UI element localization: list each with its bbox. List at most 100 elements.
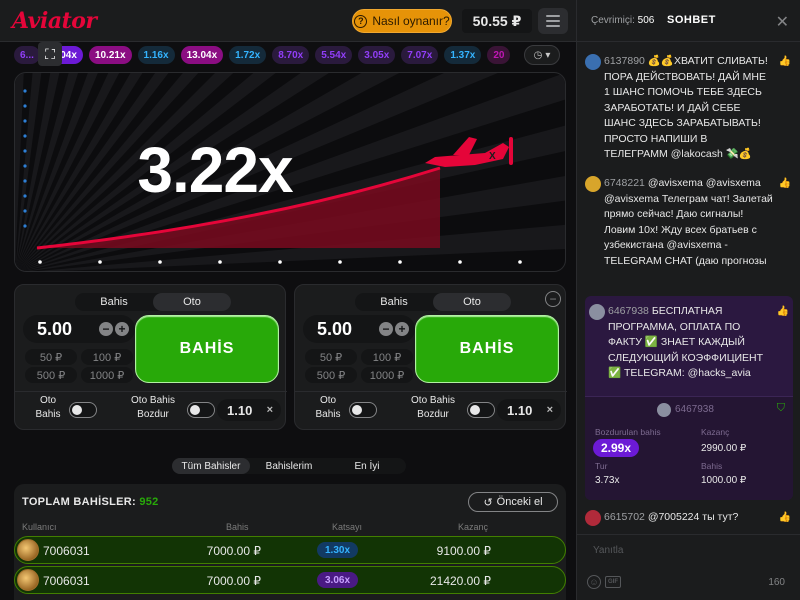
- history-multiplier-chip[interactable]: 6...: [14, 46, 40, 64]
- minus-icon[interactable]: −: [99, 322, 113, 336]
- auto-cashout-input[interactable]: 1.10 ×: [217, 399, 281, 421]
- plus-icon[interactable]: +: [395, 322, 409, 336]
- auto-cashout-value: 1.10: [227, 402, 253, 418]
- history-multiplier-chip[interactable]: 3.05x: [358, 46, 396, 64]
- auto-settings-row: Oto Bahis Oto Bahis Bozdur 1.10 ×: [15, 391, 287, 427]
- tab-oto[interactable]: Oto: [153, 293, 231, 311]
- fullscreen-icon[interactable]: ⛶: [38, 42, 62, 66]
- history-toggle-button[interactable]: ◷ ▾: [524, 45, 560, 65]
- bet-panel-1: Bahis Oto 5.00 − + 50 ₽ 100 ₽ 500 ₽ 1000…: [14, 284, 287, 430]
- x-axis-dot: [278, 260, 282, 264]
- quick-amount-button[interactable]: 1000 ₽: [81, 367, 133, 383]
- avatar: [17, 539, 39, 561]
- history-multiplier-chip[interactable]: 8.70x: [272, 46, 310, 64]
- auto-cashout-toggle[interactable]: [187, 402, 215, 418]
- column-header-coef: Katsayı: [332, 522, 363, 532]
- how-to-play-button[interactable]: ? Nasıl oynanır?: [352, 9, 452, 33]
- chat-title: SOHBET: [667, 14, 716, 26]
- history-multiplier-chip[interactable]: 1.16x: [137, 46, 175, 64]
- chat-user-id: 6137890: [604, 55, 645, 67]
- emoji-icon[interactable]: ☺: [587, 575, 601, 589]
- quick-amount-button[interactable]: 50 ₽: [305, 349, 357, 365]
- like-icon[interactable]: 👍: [779, 178, 791, 189]
- history-multiplier-chip[interactable]: 10.21x: [88, 46, 132, 64]
- auto-cashout-value: 1.10: [507, 402, 533, 418]
- auto-cashout-toggle[interactable]: [467, 402, 495, 418]
- like-icon[interactable]: 👍: [779, 512, 791, 523]
- auto-cashout-label-line: Bozdur: [137, 409, 169, 420]
- auto-cashout-input[interactable]: 1.10 ×: [497, 399, 561, 421]
- chat-panel: Çevrimiçi: 506 SOHBET ✕ 6137890 💰💰ХВАТИТ…: [576, 0, 800, 600]
- quick-amount-button[interactable]: 500 ₽: [25, 367, 77, 383]
- chat-message: 6748221 @avisxema @avisxema @avisxema Те…: [585, 176, 791, 286]
- history-multiplier-chip[interactable]: 1.72x: [229, 46, 267, 64]
- tab-my-bets[interactable]: Bahislerim: [250, 458, 328, 474]
- tab-all-bets[interactable]: Tüm Bahisler: [172, 458, 250, 474]
- previous-round-button[interactable]: ↺ Önceki el: [468, 492, 558, 512]
- auto-bet-label-line: Bahis: [35, 409, 61, 420]
- history-multiplier-chip[interactable]: 20: [487, 46, 511, 64]
- chat-user-id: 6615702: [604, 511, 645, 523]
- cashout-multiplier-badge: 2.99x: [593, 439, 640, 457]
- how-to-play-label: Nasıl oynanır?: [372, 14, 450, 28]
- bet-amount-value: 5.00: [317, 318, 353, 339]
- aviator-app: Aviator ? Nasıl oynanır? 50.55 ₽ 6... 5.0…: [0, 0, 800, 600]
- bet-panel-2: Bahis Oto − 5.00 − + 50 ₽ 100 ₽ 500 ₽ 10…: [294, 284, 567, 430]
- close-icon[interactable]: ✕: [776, 12, 789, 32]
- tab-top-bets[interactable]: En İyi: [328, 458, 406, 474]
- quick-amount-button[interactable]: 100 ₽: [81, 349, 133, 365]
- avatar: [17, 569, 39, 591]
- y-axis-dot: [23, 119, 27, 123]
- y-axis-dot: [23, 209, 27, 213]
- aviator-logo[interactable]: Aviator: [12, 8, 97, 34]
- quick-amount-button[interactable]: 100 ₽: [361, 349, 413, 365]
- top-header: Aviator ? Nasıl oynanır? 50.55 ₽: [0, 0, 576, 42]
- x-axis-dot: [38, 260, 42, 264]
- plus-icon[interactable]: +: [115, 322, 129, 336]
- like-icon[interactable]: 👍: [777, 306, 789, 317]
- x-axis-dot: [98, 260, 102, 264]
- tab-bahis[interactable]: Bahis: [75, 293, 153, 311]
- menu-button[interactable]: [538, 8, 568, 34]
- quick-amount-button[interactable]: 50 ₽: [25, 349, 77, 365]
- tab-oto[interactable]: Oto: [433, 293, 511, 311]
- x-axis-dot: [518, 260, 522, 264]
- chat-header: Çevrimiçi: 506 SOHBET ✕: [577, 0, 800, 42]
- round-label: Tur: [595, 461, 608, 471]
- column-header-win: Kazanç: [458, 522, 489, 532]
- history-multiplier-chip[interactable]: 5.54x: [315, 46, 353, 64]
- quick-amount-button[interactable]: 1000 ₽: [361, 367, 413, 383]
- bet-amount-input[interactable]: 5.00 − +: [23, 315, 135, 343]
- bet-amount-input[interactable]: 5.00 − +: [303, 315, 415, 343]
- auto-bet-toggle[interactable]: [349, 402, 377, 418]
- multiplier-history: 6... 5.04x 10.21x 1.16x 13.04x 1.72x 8.70x 5.54…: [14, 44, 564, 66]
- auto-bet-toggle[interactable]: [69, 402, 97, 418]
- auto-bet-label-line: Oto: [319, 395, 337, 406]
- chat-input-placeholder[interactable]: Yanıtla: [593, 545, 623, 556]
- y-axis-dot: [23, 104, 27, 108]
- previous-round-label: Önceki el: [496, 496, 543, 508]
- avatar: [657, 403, 671, 417]
- row-bet-amount: 7000.00 ₽: [206, 574, 261, 588]
- place-bet-button[interactable]: BAHİS: [135, 315, 279, 383]
- remove-panel-icon[interactable]: −: [545, 291, 561, 307]
- like-icon[interactable]: 👍: [779, 56, 791, 67]
- table-row: 7006031 7000.00 ₽ 1.30x 9100.00 ₽: [14, 536, 566, 564]
- tab-bahis[interactable]: Bahis: [355, 293, 433, 311]
- svg-text:X: X: [489, 151, 496, 162]
- chat-message: 6137890 💰💰ХВАТИТ СЛИВАТЬ! ПОРА ДЕЙСТВОВА…: [585, 54, 791, 164]
- shared-bet-card: 6467938 ⛉ Bozdurulan bahis 2.99x Kazanç …: [585, 396, 793, 500]
- bet-label: Bahis: [701, 461, 723, 471]
- history-multiplier-chip[interactable]: 7.07x: [401, 46, 439, 64]
- row-coefficient: 1.30x: [317, 542, 359, 558]
- gif-icon[interactable]: GIF: [605, 576, 621, 588]
- auto-cashout-label-line: Oto Bahis: [131, 395, 175, 406]
- auto-bet-label-line: Oto: [39, 395, 57, 406]
- quick-amount-button[interactable]: 500 ₽: [305, 367, 357, 383]
- place-bet-button[interactable]: BAHİS: [415, 315, 559, 383]
- history-multiplier-chip[interactable]: 13.04x: [180, 46, 224, 64]
- chat-input-area[interactable]: Yanıtla ☺ GIF 160: [577, 534, 800, 600]
- history-multiplier-chip[interactable]: 1.37x: [444, 46, 482, 64]
- row-user: 7006031: [43, 574, 90, 588]
- minus-icon[interactable]: −: [379, 322, 393, 336]
